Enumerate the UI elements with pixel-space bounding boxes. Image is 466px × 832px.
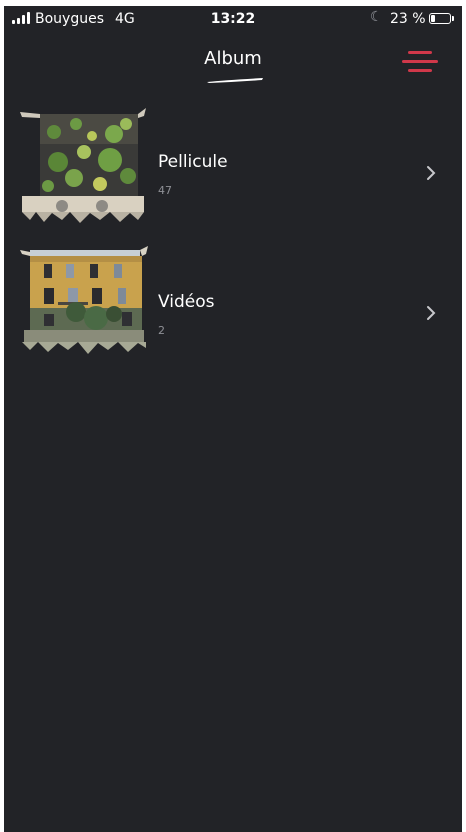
battery-tip [452, 16, 454, 21]
page-title: Album [204, 48, 262, 69]
album-name: Vidéos [158, 292, 215, 312]
title-brush-underline [207, 78, 263, 83]
nav-header: Album [4, 34, 462, 94]
album-count: 2 [158, 324, 165, 337]
chevron-right-icon [427, 166, 436, 180]
do-not-disturb-moon-icon: ☾ [370, 9, 383, 25]
menu-button[interactable] [402, 50, 440, 74]
app-screen: Bouygues 4G 13:22 ☾ 23 % Album Pellicule… [4, 6, 462, 832]
chevron-right-icon [427, 306, 436, 320]
battery-percentage: 23 % [390, 11, 426, 27]
album-row-pellicule[interactable]: Pellicule 47 [4, 102, 462, 226]
album-name: Pellicule [158, 152, 228, 172]
lily-pads-photo-thumbnail [20, 108, 146, 223]
battery-icon [429, 13, 451, 24]
album-count: 47 [158, 184, 172, 197]
status-bar: Bouygues 4G 13:22 ☾ 23 % [4, 6, 462, 34]
hamburger-menu-icon [408, 51, 432, 54]
building-facade-photo-thumbnail [20, 246, 148, 354]
battery-level-fill [431, 15, 435, 22]
album-row-videos[interactable]: Vidéos 2 [4, 242, 462, 366]
